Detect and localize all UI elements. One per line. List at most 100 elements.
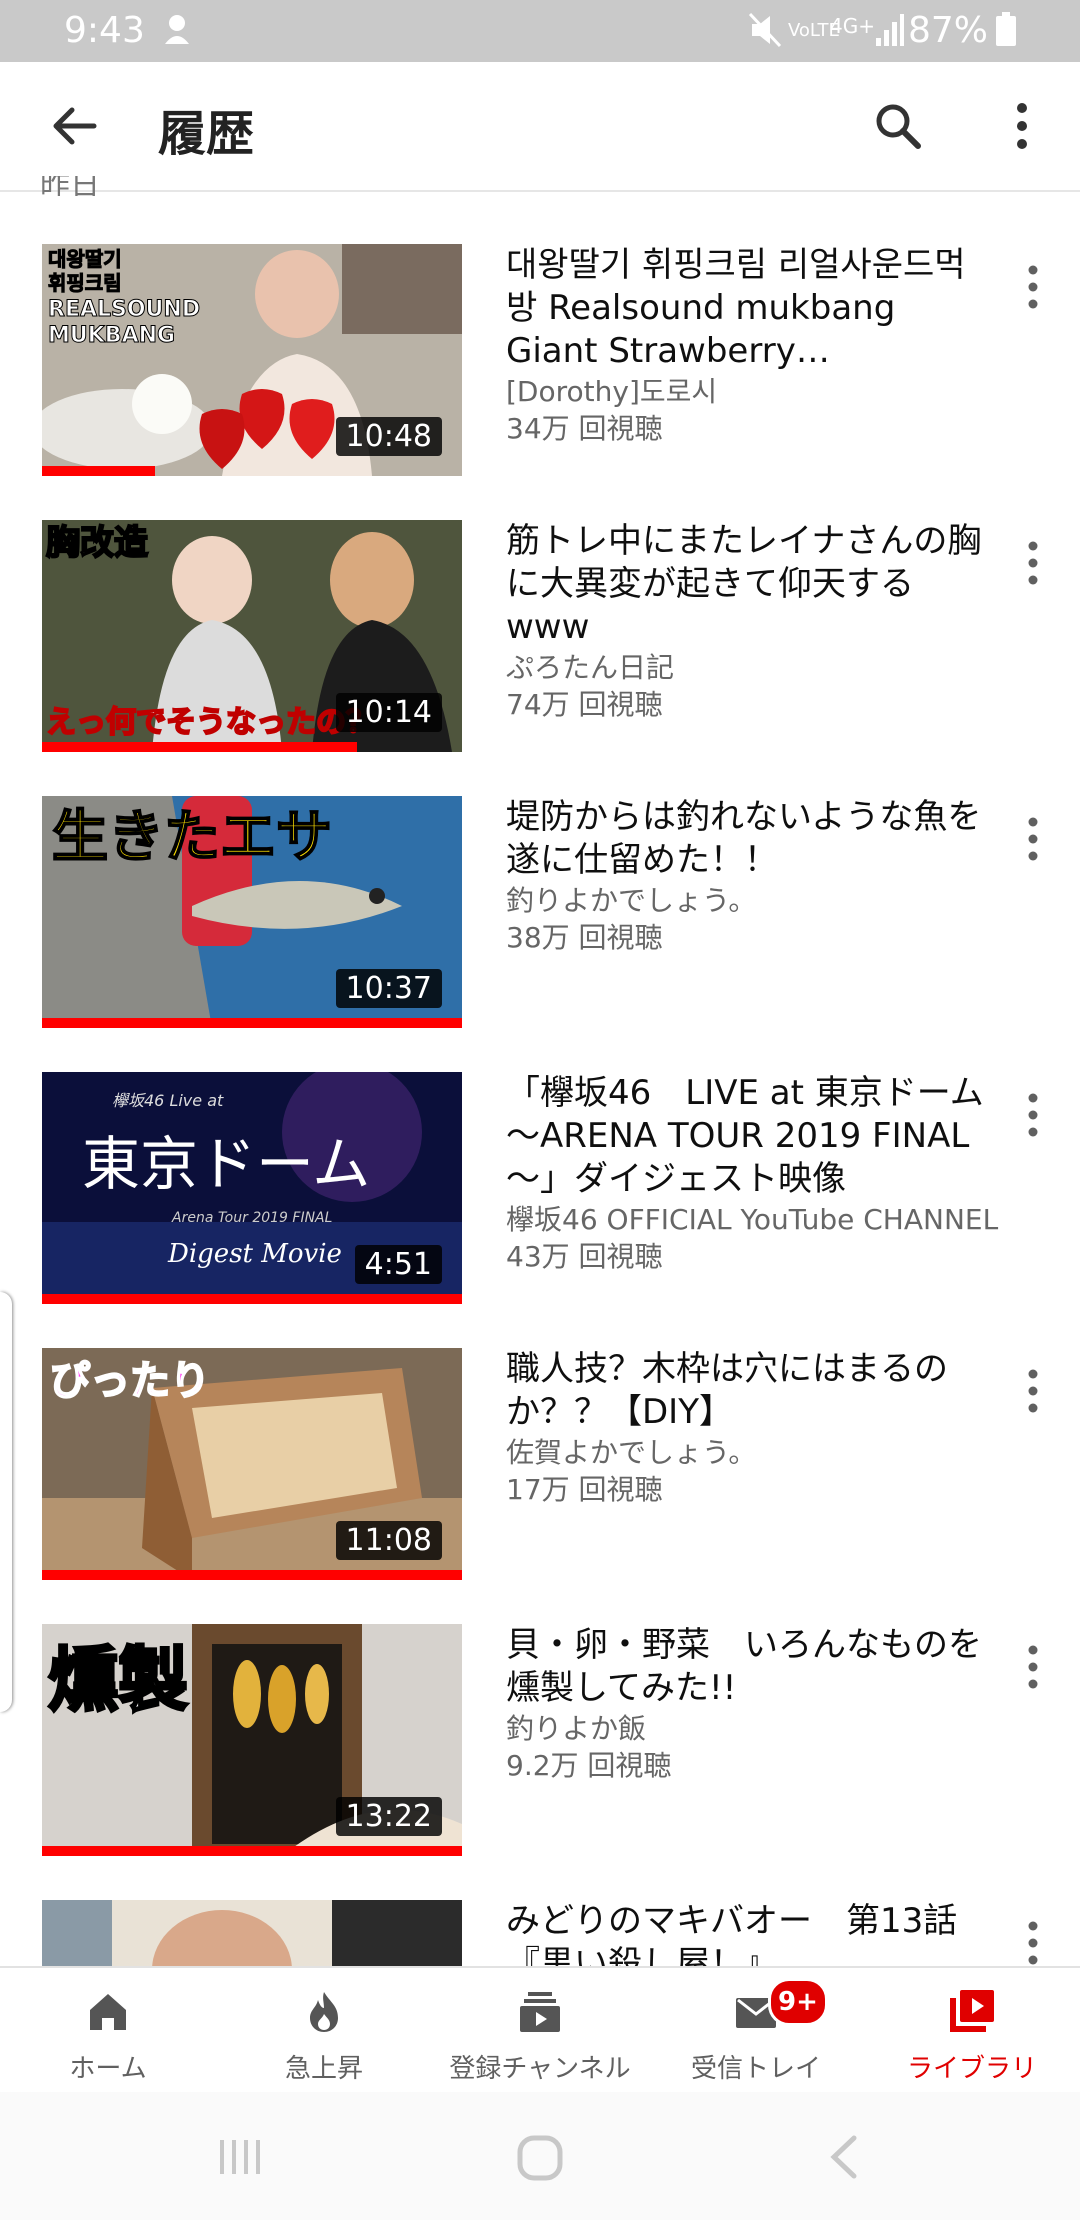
nav-label: 急上昇 xyxy=(284,2054,363,2084)
home-circle-icon xyxy=(517,2135,563,2181)
section-header-cutoff: 昨日 xyxy=(40,176,100,196)
video-thumbnail[interactable]: 대왕딸기 휘핑크림 REALSOUND MUKBANG 10:48 xyxy=(42,244,462,476)
system-navigation-bar xyxy=(0,2092,1080,2220)
trending-icon xyxy=(310,1992,338,2032)
thumb-text: 燻製 xyxy=(48,1639,188,1721)
back-button[interactable] xyxy=(46,98,102,154)
more-vert-icon xyxy=(1028,541,1038,585)
thumb-text: MUKBANG xyxy=(48,323,175,348)
recents-icon xyxy=(220,2140,260,2174)
video-thumbnail[interactable]: 胸改造 えっ何でそうなったの？ 10:14 xyxy=(42,520,462,752)
thumb-text: REALSOUND xyxy=(48,297,200,322)
nav-label: 受信トレイ xyxy=(690,2054,821,2084)
more-options-button[interactable] xyxy=(1000,98,1044,154)
video-menu-button[interactable] xyxy=(1018,1642,1048,1692)
video-meta: みどりのマキバオー 第13話『黒い殺し屋！』 xyxy=(506,1900,986,1966)
video-item[interactable]: 生きたエサ 10:37 堤防からは釣れないような魚を遂に仕留めた！！ 釣りよかで… xyxy=(0,752,1080,1028)
video-thumbnail[interactable]: 燻製 13:22 xyxy=(42,1624,462,1856)
mute-icon xyxy=(748,10,784,59)
video-thumbnail[interactable] xyxy=(42,1900,462,1966)
home-nav-button[interactable] xyxy=(510,2128,570,2188)
video-duration: 11:08 xyxy=(335,1521,442,1560)
video-meta: 職人技？木枠は穴にはまるのか？？【DIY】 佐賀よかでしょう。 17万 回視聴 xyxy=(506,1348,986,1508)
thumb-text: 대왕딸기 xyxy=(48,247,122,271)
view-count: 74万 回視聴 xyxy=(506,688,663,721)
thumb-text: Arena Tour 2019 FINAL xyxy=(171,1210,332,1226)
inbox-badge: 9+ xyxy=(768,1978,828,2026)
search-button[interactable] xyxy=(870,98,926,154)
video-menu-button[interactable] xyxy=(1018,814,1048,864)
more-vert-icon xyxy=(1017,103,1027,149)
video-meta: 대왕딸기 휘핑크림 리얼사운드먹방 Realsound mukbang Gian… xyxy=(506,244,986,447)
bottom-navigation: ホーム 急上昇 登録チャンネル 9+ 受信トレイ ライブラリ xyxy=(0,1966,1080,2094)
view-count: 17万 回視聴 xyxy=(506,1473,663,1506)
video-thumbnail[interactable]: 生きたエサ 10:37 xyxy=(42,796,462,1028)
video-menu-button[interactable] xyxy=(1018,1090,1048,1140)
more-vert-icon xyxy=(1028,1645,1038,1689)
nav-inbox[interactable]: 9+ 受信トレイ xyxy=(648,1968,864,2094)
thumb-text: 胸改造 xyxy=(46,523,148,563)
more-vert-icon xyxy=(1028,817,1038,861)
status-bar: 9:43 VoLTE 4G+ 87% xyxy=(0,0,1080,62)
video-menu-button[interactable] xyxy=(1018,262,1048,312)
battery-percent: 87% xyxy=(907,10,988,51)
arrow-back-icon xyxy=(53,107,97,145)
status-time: 9:43 xyxy=(64,10,145,51)
video-thumbnail[interactable]: ぴったり 11:08 xyxy=(42,1348,462,1580)
search-icon xyxy=(876,104,921,149)
video-title: 堤防からは釣れないような魚を遂に仕留めた！！ xyxy=(506,797,982,880)
video-menu-button[interactable] xyxy=(1018,1366,1048,1416)
nav-trending[interactable]: 急上昇 xyxy=(216,1968,432,2094)
channel-name: 欅坂46 OFFICIAL YouTube CHANNEL xyxy=(506,1203,999,1236)
watch-progress-bar xyxy=(42,742,357,752)
nav-subscriptions[interactable]: 登録チャンネル xyxy=(432,1968,648,2094)
video-item[interactable]: 대왕딸기 휘핑크림 REALSOUND MUKBANG 10:48 대왕딸기 휘… xyxy=(0,200,1080,476)
nav-home[interactable]: ホーム xyxy=(0,1968,216,2094)
video-title: 대왕딸기 휘핑크림 리얼사운드먹방 Realsound mukbang Gian… xyxy=(506,245,966,371)
page-title: 履歴 xyxy=(158,106,255,162)
video-meta: 堤防からは釣れないような魚を遂に仕留めた！！ 釣りよかでしょう。 38万 回視聴 xyxy=(506,796,986,956)
channel-name: 佐賀よかでしょう。 xyxy=(506,1436,757,1469)
home-icon xyxy=(90,1994,126,2030)
video-menu-button[interactable] xyxy=(1018,1918,1048,1966)
library-icon xyxy=(950,1990,994,2032)
video-thumbnail[interactable]: 欅坂46 Live at 東京ドーム Arena Tour 2019 FINAL… xyxy=(42,1072,462,1304)
nav-label: ライブラリ xyxy=(906,2054,1037,2084)
video-menu-button[interactable] xyxy=(1018,538,1048,588)
video-meta: 筋トレ中にまたレイナさんの胸に大異変が起きて仰天するwww ぷろたん日記 74万… xyxy=(506,520,986,723)
app-bar: 履歴 xyxy=(0,62,1080,192)
view-count: 9.2万 回視聴 xyxy=(506,1749,672,1782)
thumb-text: 휘핑크림 xyxy=(48,271,122,295)
video-item[interactable]: 欅坂46 Live at 東京ドーム Arena Tour 2019 FINAL… xyxy=(0,1028,1080,1304)
video-item[interactable]: 燻製 13:22 貝・卵・野菜 いろんなものを燻製してみた!! 釣りよか飯 9.… xyxy=(0,1580,1080,1856)
recents-button[interactable] xyxy=(210,2132,270,2182)
thumb-text: えっ何でそうなったの？ xyxy=(46,705,376,740)
nav-label: 登録チャンネル xyxy=(449,2054,631,2084)
channel-name: 釣りよかでしょう。 xyxy=(506,884,757,917)
watch-progress-bar xyxy=(42,1294,462,1304)
back-nav-button[interactable] xyxy=(820,2132,870,2182)
history-list[interactable]: 대왕딸기 휘핑크림 REALSOUND MUKBANG 10:48 대왕딸기 휘… xyxy=(0,200,1080,1966)
video-title: みどりのマキバオー 第13話『黒い殺し屋！』 xyxy=(506,1901,958,1966)
channel-name: 釣りよか飯 xyxy=(506,1712,647,1745)
video-item[interactable]: みどりのマキバオー 第13話『黒い殺し屋！』 xyxy=(0,1856,1080,1966)
video-meta: 「欅坂46 LIVE at 東京ドーム ～ARENA TOUR 2019 FIN… xyxy=(506,1072,999,1275)
video-title: 職人技？木枠は穴にはまるのか？？【DIY】 xyxy=(506,1349,948,1432)
more-vert-icon xyxy=(1028,1093,1038,1137)
signal-icon xyxy=(874,10,904,59)
nav-label: ホーム xyxy=(69,2054,147,2084)
edge-panel-handle[interactable] xyxy=(0,1292,12,1712)
network-type: 4G+ xyxy=(830,14,875,38)
subscriptions-icon xyxy=(520,1992,560,2032)
video-title: 筋トレ中にまたレイナさんの胸に大異変が起きて仰天するwww xyxy=(506,521,982,647)
watch-progress-bar xyxy=(42,1570,462,1580)
watch-progress-bar xyxy=(42,466,156,476)
video-item[interactable]: 胸改造 えっ何でそうなったの？ 10:14 筋トレ中にまたレイナさんの胸に大異変… xyxy=(0,476,1080,752)
view-count: 38万 回視聴 xyxy=(506,921,663,954)
more-vert-icon xyxy=(1028,1921,1038,1965)
video-item[interactable]: ぴったり 11:08 職人技？木枠は穴にはまるのか？？【DIY】 佐賀よかでしょ… xyxy=(0,1304,1080,1580)
video-title: 貝・卵・野菜 いろんなものを燻製してみた!! xyxy=(506,1625,982,1708)
video-duration: 10:37 xyxy=(335,969,442,1008)
thumb-text: 東京ドーム xyxy=(82,1130,370,1198)
nav-library[interactable]: ライブラリ xyxy=(864,1968,1080,2094)
